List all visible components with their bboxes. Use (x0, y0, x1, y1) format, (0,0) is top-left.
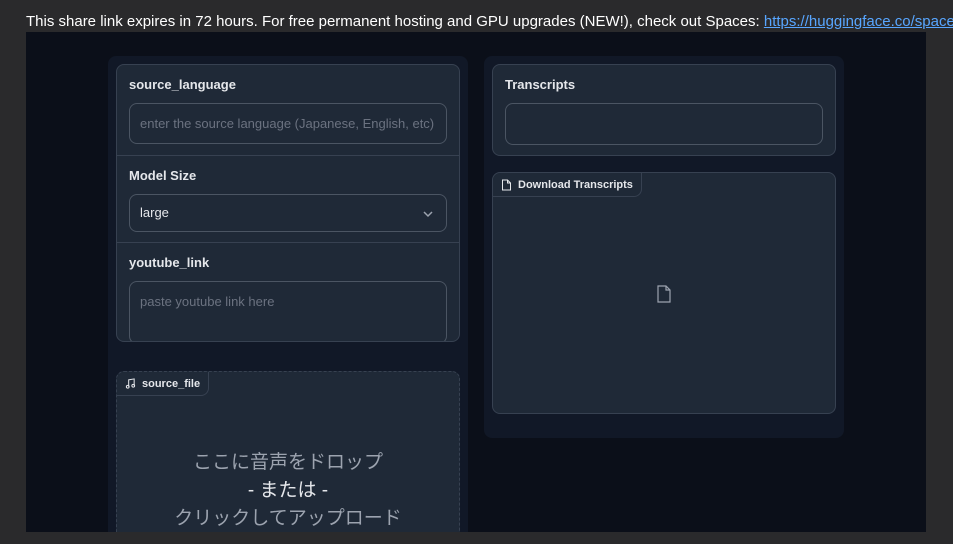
source-file-label: source_file (142, 377, 201, 390)
source-language-input[interactable]: enter the source language (Japanese, Eng… (129, 103, 447, 144)
input-form: source_language enter the source languag… (116, 64, 460, 342)
source-language-field: source_language enter the source languag… (117, 65, 459, 155)
transcripts-panel: Transcripts (492, 64, 836, 156)
transcripts-label: Transcripts (505, 77, 576, 92)
youtube-link-field: youtube_link paste youtube link here (117, 242, 459, 341)
model-size-value: large (140, 205, 169, 220)
source-file-tag: source_file (117, 372, 210, 396)
model-size-field: Model Size large (117, 155, 459, 243)
share-link-banner: This share link expires in 72 hours. For… (0, 0, 953, 32)
download-transcripts-panel: Download Transcripts (492, 172, 836, 414)
empty-file-icon (657, 285, 671, 303)
youtube-link-label: youtube_link (129, 255, 210, 270)
audio-dropzone[interactable]: source_file ここに音声をドロップ - または - クリックしてアップ… (116, 371, 460, 532)
download-transcripts-tag: Download Transcripts (493, 173, 642, 197)
spaces-link[interactable]: https://huggingface.co/spaces (764, 13, 953, 30)
youtube-link-input[interactable]: paste youtube link here (129, 281, 447, 341)
model-size-label: Model Size (129, 168, 197, 183)
left-column: source_language enter the source languag… (108, 56, 468, 532)
banner-text: This share link expires in 72 hours. For… (26, 13, 764, 30)
chevron-down-icon (423, 211, 433, 218)
transcripts-textbox[interactable] (505, 103, 823, 145)
source-language-label: source_language (129, 77, 236, 92)
model-size-dropdown[interactable]: large (129, 194, 447, 232)
drop-text-line3: クリックしてアップロード (174, 508, 402, 529)
app-frame: source_language enter the source languag… (26, 32, 926, 532)
music-note-icon (125, 378, 136, 389)
file-icon (502, 179, 511, 190)
download-transcripts-label: Download Transcripts (518, 178, 633, 191)
drop-text-line1: ここに音声をドロップ (192, 452, 383, 473)
right-column: Transcripts Download Transcripts (484, 56, 844, 438)
drop-text-line2: - または - (247, 480, 329, 501)
